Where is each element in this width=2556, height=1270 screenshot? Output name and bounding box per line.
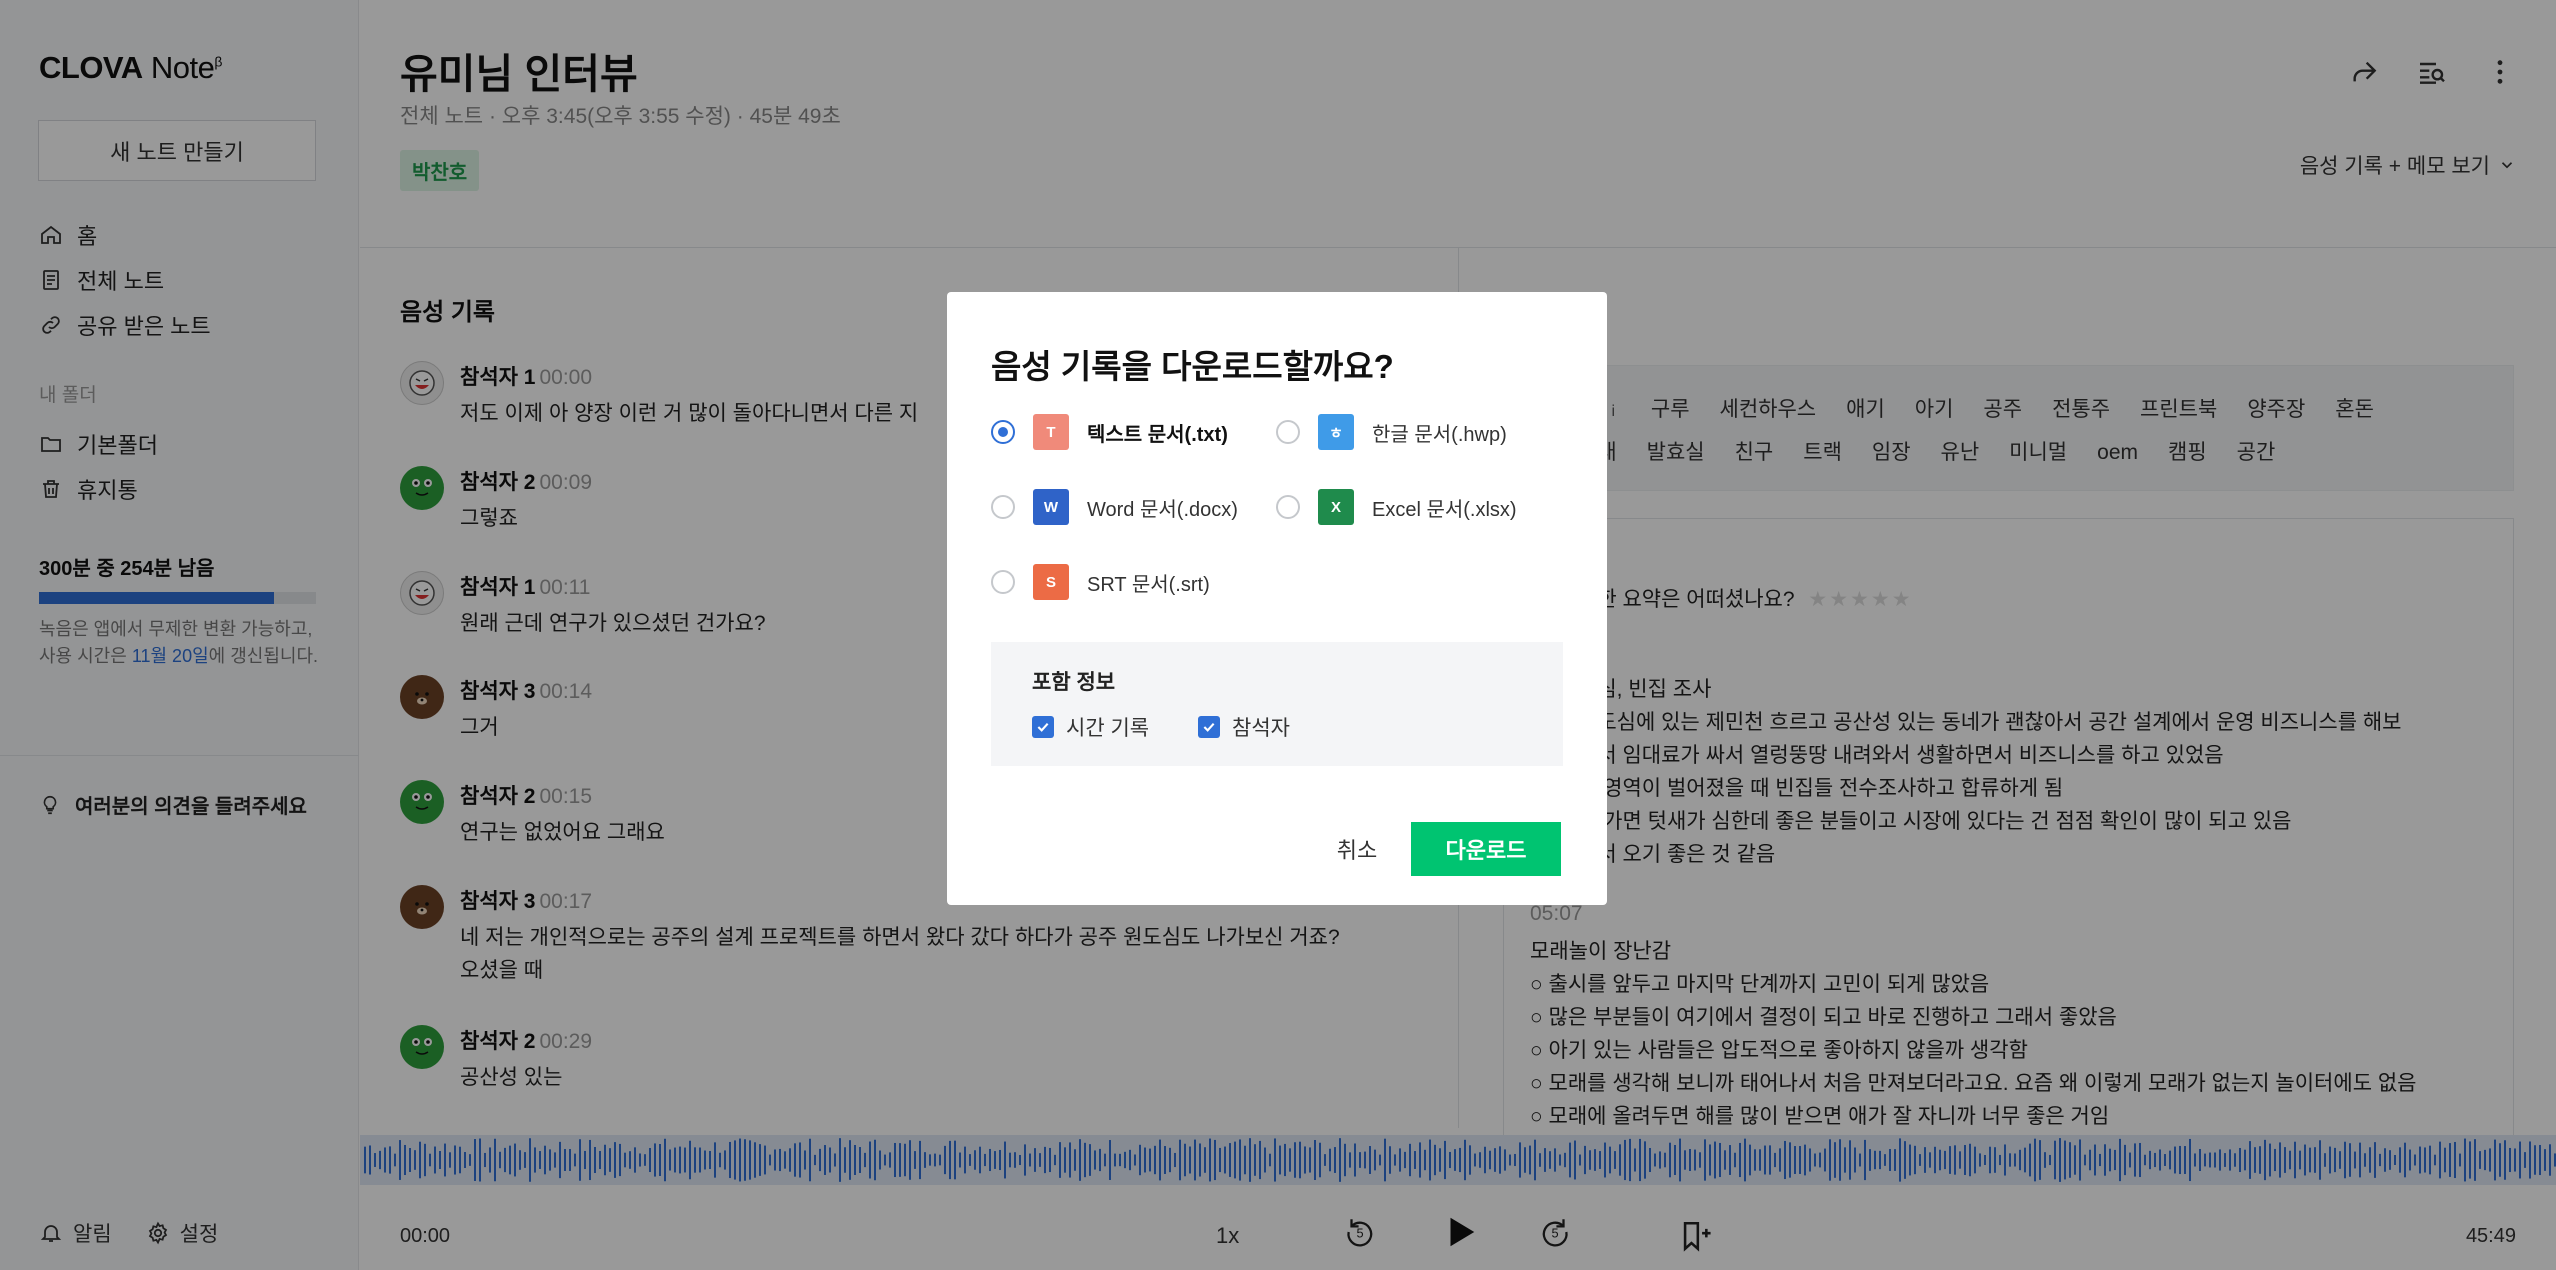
include-time-label: 시간 기록 xyxy=(1066,717,1150,740)
include-time-checkbox[interactable]: 시간 기록 xyxy=(1032,712,1149,742)
hwp-file-icon: ㅎ xyxy=(1318,414,1354,450)
format-option-label: 텍스트 문서(.txt) xyxy=(1087,423,1228,446)
radio[interactable] xyxy=(991,495,1015,519)
download-button[interactable]: 다운로드 xyxy=(1411,822,1561,876)
word-file-icon: W xyxy=(1033,489,1069,525)
include-participant-label: 참석자 xyxy=(1232,717,1290,740)
check-icon xyxy=(1037,722,1049,732)
include-participant-checkbox[interactable]: 참석자 xyxy=(1198,712,1290,742)
format-option-label: 한글 문서(.hwp) xyxy=(1372,423,1507,446)
format-option-label: SRT 문서(.srt) xyxy=(1087,573,1210,596)
checkbox-checked[interactable] xyxy=(1032,716,1054,738)
radio[interactable] xyxy=(1276,420,1300,444)
cancel-button[interactable]: 취소 xyxy=(1307,822,1407,876)
include-info-panel: 포함 정보 시간 기록 참석자 xyxy=(991,642,1563,766)
format-option-hwp[interactable]: ㅎ 한글 문서(.hwp) xyxy=(1276,414,1507,450)
format-option-docx[interactable]: W Word 문서(.docx) xyxy=(991,489,1238,525)
excel-file-icon: X xyxy=(1318,489,1354,525)
srt-file-icon: S xyxy=(1033,564,1069,600)
txt-file-icon: T xyxy=(1033,414,1069,450)
format-option-label: Word 문서(.docx) xyxy=(1087,498,1238,521)
format-option-srt[interactable]: S SRT 문서(.srt) xyxy=(991,564,1210,600)
checkbox-checked[interactable] xyxy=(1198,716,1220,738)
app-root: CLOVA Noteβ 새 노트 만들기 홈 전체 노트 공유 받은 노트 내 … xyxy=(0,0,2556,1270)
radio[interactable] xyxy=(1276,495,1300,519)
format-option-txt[interactable]: T 텍스트 문서(.txt) xyxy=(991,414,1228,450)
dialog-title: 음성 기록을 다운로드할까요? xyxy=(991,348,1394,385)
download-dialog: 음성 기록을 다운로드할까요? T 텍스트 문서(.txt) ㅎ 한글 문서(.… xyxy=(947,292,1607,905)
format-option-label: Excel 문서(.xlsx) xyxy=(1372,498,1517,521)
include-info-title: 포함 정보 xyxy=(1032,671,1116,694)
radio-selected[interactable] xyxy=(991,420,1015,444)
radio[interactable] xyxy=(991,570,1015,594)
format-option-xlsx[interactable]: X Excel 문서(.xlsx) xyxy=(1276,489,1517,525)
check-icon xyxy=(1203,722,1215,732)
